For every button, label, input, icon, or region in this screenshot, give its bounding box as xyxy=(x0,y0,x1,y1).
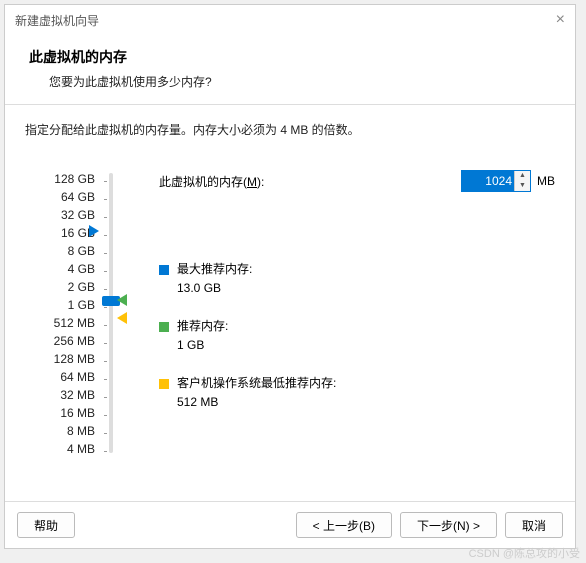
title-bar: 新建虚拟机向导 × xyxy=(5,5,575,35)
memory-input[interactable] xyxy=(462,171,514,191)
scale-labels: 128 GB64 GB32 GB16 GB8 GB4 GB2 GB1 GB512… xyxy=(25,170,95,458)
back-button[interactable]: < 上一步(B) xyxy=(296,512,392,538)
square-icon xyxy=(159,322,169,332)
spinner-up-icon[interactable]: ▲ xyxy=(515,171,530,181)
min-pointer-icon xyxy=(117,312,127,324)
scale-tick-label: 8 MB xyxy=(25,422,95,440)
memory-slider[interactable] xyxy=(95,170,135,458)
cancel-button[interactable]: 取消 xyxy=(505,512,563,538)
scale-tick-label: 256 MB xyxy=(25,332,95,350)
scale-tick-label: 4 MB xyxy=(25,440,95,458)
scale-tick-label: 16 MB xyxy=(25,404,95,422)
page-subtitle: 您要为此虚拟机使用多少内存? xyxy=(49,73,551,90)
memory-label: 此虚拟机的内存(M): xyxy=(159,173,461,190)
legend-min: 客户机操作系统最低推荐内存: 512 MB xyxy=(159,374,555,409)
wizard-dialog: 新建虚拟机向导 × 此虚拟机的内存 您要为此虚拟机使用多少内存? 指定分配给此虚… xyxy=(4,4,576,549)
next-button[interactable]: 下一步(N) > xyxy=(400,512,497,538)
memory-unit: MB xyxy=(537,174,555,188)
legend-recommended: 推荐内存: 1 GB xyxy=(159,317,555,352)
scale-tick-label: 32 MB xyxy=(25,386,95,404)
scale-tick-label: 64 GB xyxy=(25,188,95,206)
scale-tick-label: 16 GB xyxy=(25,224,95,242)
square-icon xyxy=(159,265,169,275)
square-icon xyxy=(159,379,169,389)
memory-spinner[interactable]: ▲ ▼ xyxy=(461,170,531,192)
close-icon[interactable]: × xyxy=(556,11,565,29)
content: 指定分配给此虚拟机的内存量。内存大小必须为 4 MB 的倍数。 128 GB64… xyxy=(5,105,575,468)
scale-tick-label: 8 GB xyxy=(25,242,95,260)
help-button[interactable]: 帮助 xyxy=(17,512,75,538)
max-pointer-icon xyxy=(89,225,99,237)
page-title: 此虚拟机的内存 xyxy=(29,47,551,67)
scale-tick-label: 128 GB xyxy=(25,170,95,188)
spinner-down-icon[interactable]: ▼ xyxy=(515,181,530,191)
scale-tick-label: 2 GB xyxy=(25,278,95,296)
scale-tick-label: 32 GB xyxy=(25,206,95,224)
slider-track xyxy=(109,173,113,453)
recommended-pointer-icon xyxy=(117,294,127,306)
header: 此虚拟机的内存 您要为此虚拟机使用多少内存? xyxy=(5,35,575,105)
legend-max: 最大推荐内存: 13.0 GB xyxy=(159,260,555,295)
description: 指定分配给此虚拟机的内存量。内存大小必须为 4 MB 的倍数。 xyxy=(25,121,555,138)
info-column: 此虚拟机的内存(M): ▲ ▼ MB xyxy=(135,170,555,458)
scale-tick-label: 128 MB xyxy=(25,350,95,368)
window-title: 新建虚拟机向导 xyxy=(15,12,99,29)
scale-tick-label: 4 GB xyxy=(25,260,95,278)
scale-tick-label: 512 MB xyxy=(25,314,95,332)
scale-tick-label: 1 GB xyxy=(25,296,95,314)
scale-tick-label: 64 MB xyxy=(25,368,95,386)
footer: 帮助 < 上一步(B) 下一步(N) > 取消 xyxy=(5,501,575,548)
